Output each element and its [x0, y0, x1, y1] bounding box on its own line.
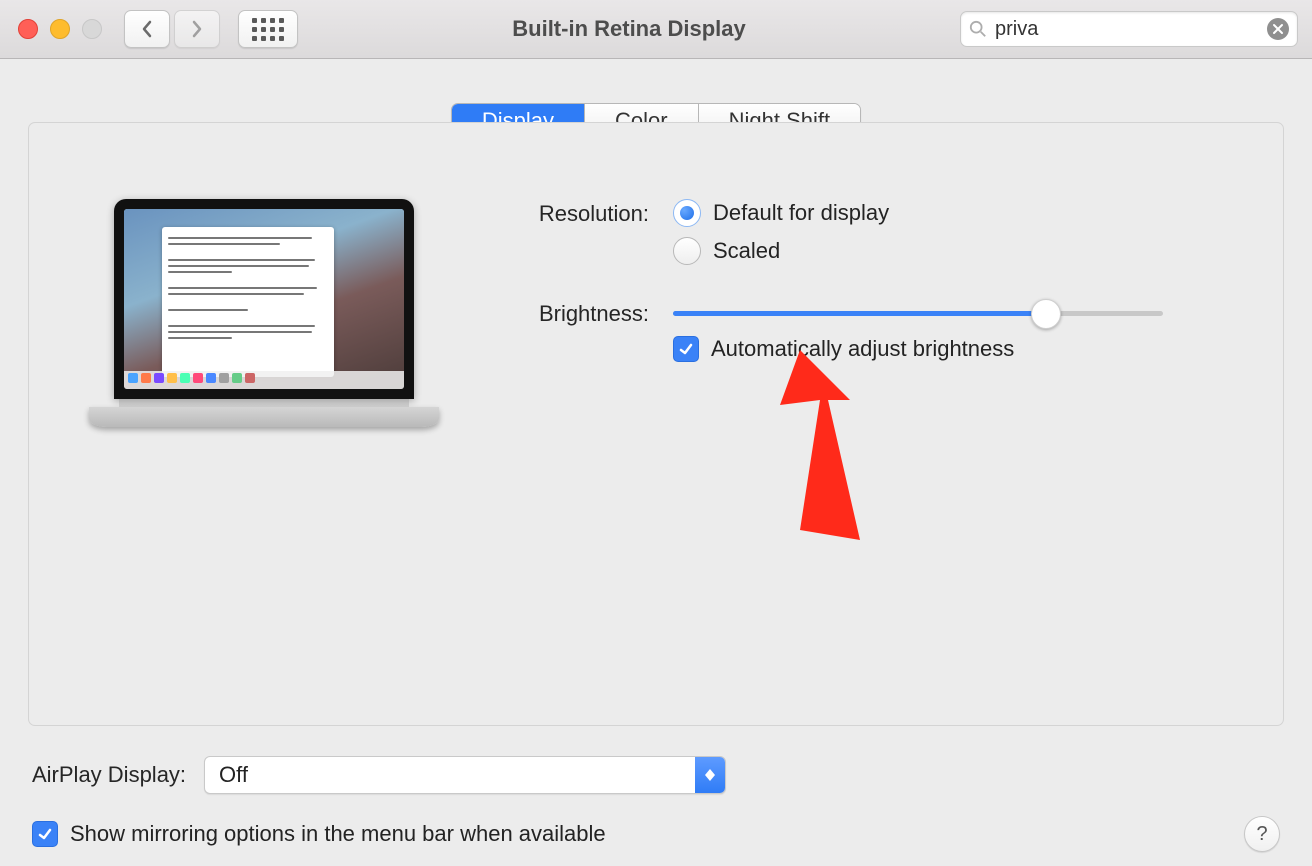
zoom-window-button	[82, 19, 102, 39]
minimize-window-button[interactable]	[50, 19, 70, 39]
airplay-select[interactable]: Off	[204, 756, 726, 794]
auto-brightness-label: Automatically adjust brightness	[711, 336, 1014, 362]
search-input[interactable]	[993, 17, 1267, 42]
forward-button[interactable]	[174, 10, 220, 48]
display-preview-image	[89, 199, 439, 427]
window-toolbar: Built-in Retina Display	[0, 0, 1312, 59]
brightness-slider[interactable]	[673, 311, 1163, 316]
traffic-lights	[18, 19, 102, 39]
window-title: Built-in Retina Display	[298, 16, 960, 42]
resolution-scaled-label: Scaled	[713, 238, 780, 264]
back-button[interactable]	[124, 10, 170, 48]
checkbox-checked-icon	[673, 336, 699, 362]
help-button[interactable]: ?	[1244, 816, 1280, 852]
brightness-label: Brightness:	[499, 299, 649, 327]
nav-buttons	[124, 10, 220, 48]
content-panel: Resolution: Default for display Scaled B…	[28, 122, 1284, 726]
slider-thumb[interactable]	[1031, 299, 1061, 329]
radio-button-icon	[673, 237, 701, 265]
radio-button-selected-icon	[673, 199, 701, 227]
resolution-scaled-radio[interactable]: Scaled	[673, 237, 1253, 265]
show-all-prefs-button[interactable]	[238, 10, 298, 48]
chevron-right-icon	[190, 19, 204, 39]
resolution-default-label: Default for display	[713, 200, 889, 226]
bottom-area: AirPlay Display: Off Show mirroring opti…	[32, 756, 1280, 852]
checkbox-checked-icon	[32, 821, 58, 847]
slider-fill	[673, 311, 1045, 316]
auto-brightness-checkbox[interactable]: Automatically adjust brightness	[673, 336, 1253, 362]
airplay-label: AirPlay Display:	[32, 762, 186, 788]
select-stepper-icon	[695, 757, 725, 793]
chevron-left-icon	[140, 19, 154, 39]
show-mirroring-checkbox[interactable]: Show mirroring options in the menu bar w…	[32, 821, 606, 847]
show-mirroring-label: Show mirroring options in the menu bar w…	[70, 821, 606, 847]
airplay-select-value: Off	[205, 762, 695, 788]
search-icon	[969, 20, 987, 38]
resolution-label: Resolution:	[499, 199, 649, 227]
resolution-default-radio[interactable]: Default for display	[673, 199, 1253, 227]
search-field[interactable]	[960, 11, 1298, 47]
grid-icon	[252, 18, 284, 41]
clear-search-button[interactable]	[1267, 18, 1289, 40]
close-window-button[interactable]	[18, 19, 38, 39]
close-icon	[1272, 23, 1284, 35]
